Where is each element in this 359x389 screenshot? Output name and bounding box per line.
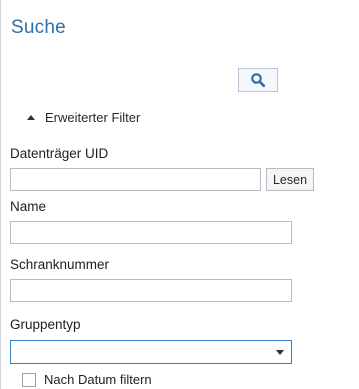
name-label: Name [10,199,47,214]
datentraeger-uid-input[interactable] [10,168,261,191]
schranknummer-label: Schranknummer [10,257,110,272]
datentraeger-uid-label: Datenträger UID [10,146,109,161]
schranknummer-input[interactable] [10,279,292,302]
gruppentyp-select[interactable] [10,340,292,364]
date-filter-label: Nach Datum filtern [44,372,152,387]
name-input[interactable] [10,221,292,244]
search-button[interactable] [238,68,278,92]
panel-title: Suche [11,17,66,38]
search-icon [250,72,266,88]
caret-up-icon [27,115,35,120]
advanced-filter-toggle[interactable]: Erweiterter Filter [27,110,140,125]
read-button[interactable]: Lesen [266,168,314,191]
date-filter-checkbox[interactable] [22,372,36,387]
chevron-down-icon [276,350,284,355]
gruppentyp-label: Gruppentyp [10,317,81,332]
date-filter-checkbox-row[interactable]: Nach Datum filtern [22,372,152,387]
search-panel: Suche Erweiterter Filter Datenträger UID… [0,0,359,389]
advanced-filter-label: Erweiterter Filter [45,110,141,125]
